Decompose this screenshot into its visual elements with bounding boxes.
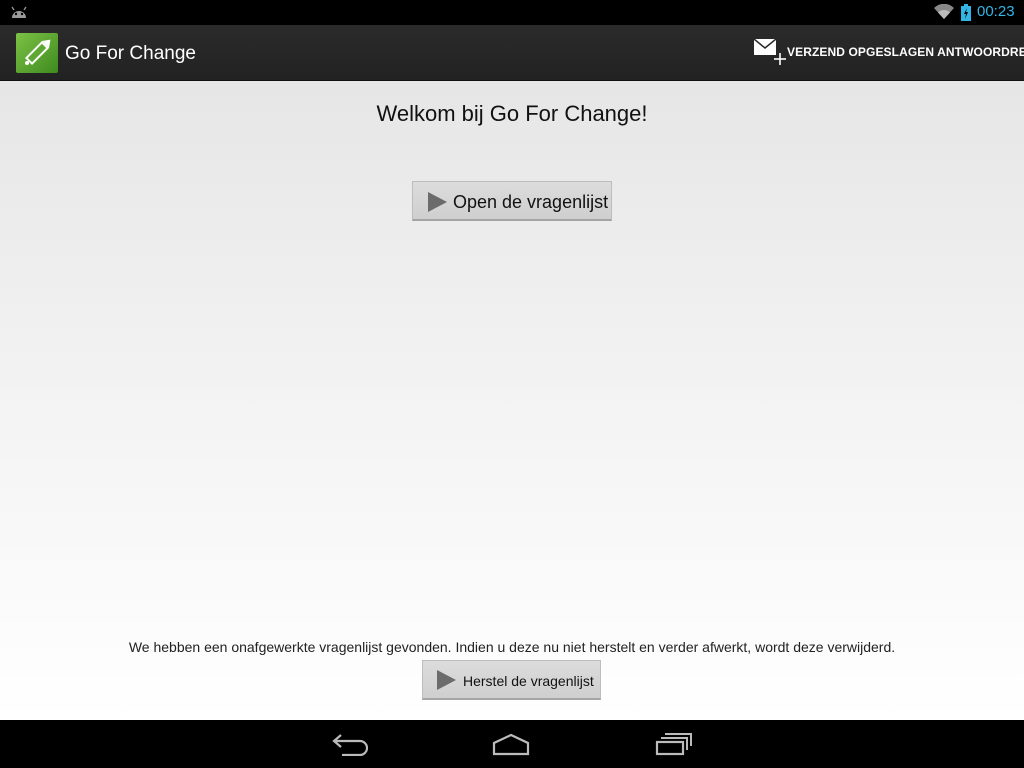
home-icon[interactable] xyxy=(492,732,530,761)
send-saved-answers-button[interactable]: VERZEND OPGESLAGEN ANTWOORDREEKSEN xyxy=(724,25,1024,80)
android-debug-icon xyxy=(10,5,28,24)
restore-questionnaire-label: Herstel de vragenlijst xyxy=(463,673,594,689)
mail-add-icon xyxy=(753,38,786,72)
send-saved-answers-label: VERZEND OPGESLAGEN ANTWOORDREEKSEN xyxy=(787,45,1024,59)
unfinished-questionnaire-notice: We hebben een onafgewerkte vragenlijst g… xyxy=(128,639,896,655)
battery-charging-icon xyxy=(961,4,971,26)
welcome-title: Welkom bij Go For Change! xyxy=(376,101,648,126)
status-clock: 00:23 xyxy=(977,3,1015,20)
main-content: Welkom bij Go For Change! Open de vragen… xyxy=(0,81,1024,720)
back-icon[interactable] xyxy=(330,732,369,761)
open-questionnaire-label: Open de vragenlijst xyxy=(453,192,609,212)
play-icon xyxy=(426,191,448,218)
recents-icon[interactable] xyxy=(655,732,693,761)
open-questionnaire-button[interactable]: Open de vragenlijst xyxy=(412,181,612,221)
pencil-logo-icon[interactable] xyxy=(16,33,58,73)
wifi-icon xyxy=(934,3,954,25)
navigation-bar xyxy=(0,720,1024,768)
status-bar: 00:23 xyxy=(0,0,1024,25)
play-icon xyxy=(435,669,457,696)
restore-questionnaire-button[interactable]: Herstel de vragenlijst xyxy=(422,660,601,700)
app-title: Go For Change xyxy=(65,43,196,64)
action-bar: Go For Change VERZEND OPGESLAGEN ANTWOOR… xyxy=(0,25,1024,81)
